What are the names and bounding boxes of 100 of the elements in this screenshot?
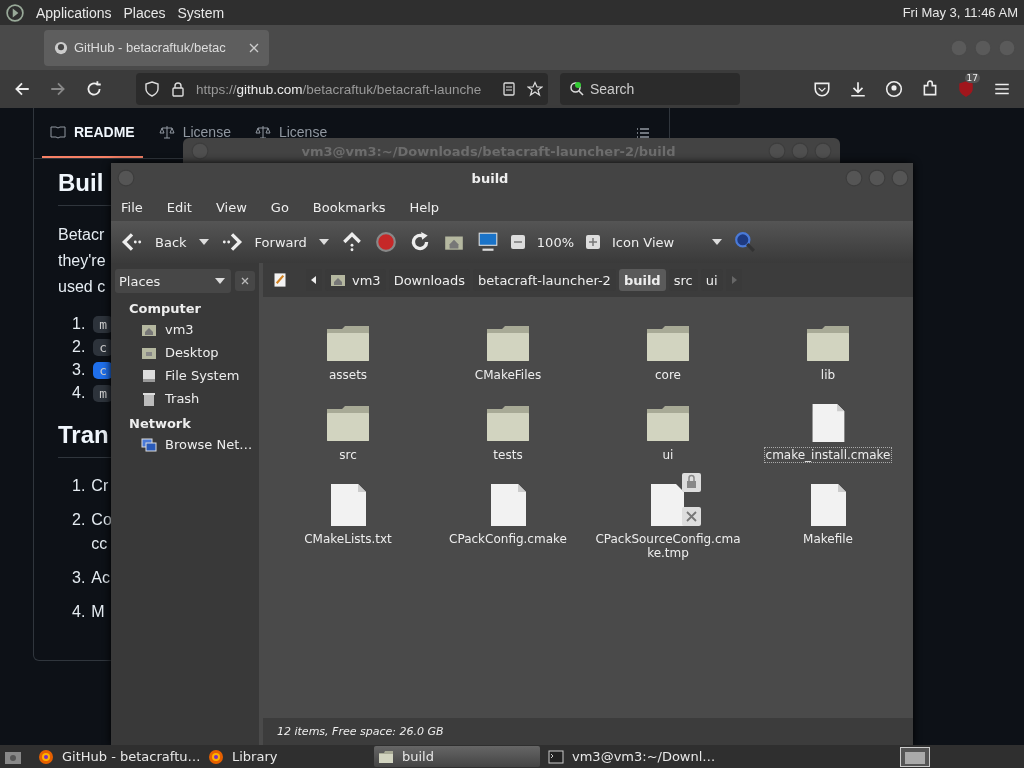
readme-tab[interactable]: README <box>42 124 143 140</box>
sidebar-item[interactable]: Trash <box>111 387 259 410</box>
trash-icon <box>141 390 157 407</box>
list-number: 4. <box>72 383 86 403</box>
dropdown-caret-icon[interactable] <box>318 239 329 245</box>
list-item-text: cc <box>91 534 108 554</box>
sidebar-item[interactable]: Browse Net… <box>111 433 259 456</box>
caret-icon <box>215 278 225 284</box>
up-arrow-icon[interactable] <box>340 231 363 253</box>
folder-icon[interactable] <box>486 323 530 363</box>
file-name[interactable]: ui <box>660 447 676 463</box>
pocket-icon[interactable] <box>813 80 831 98</box>
folder-icon[interactable] <box>646 403 690 443</box>
file-name[interactable]: CPackConfig.cmake <box>447 531 569 547</box>
list-item-text: M <box>91 602 105 622</box>
browser-tab[interactable]: GitHub - betacraftuk/betac <box>44 29 269 66</box>
zoom-level: 100% <box>536 234 574 250</box>
sidebar-item[interactable]: Desktop <box>111 341 259 364</box>
folder-icon[interactable] <box>326 323 370 363</box>
clock[interactable]: Fri May 3, 11:46 AM <box>902 5 1018 20</box>
workspace-switcher-icon[interactable] <box>900 746 930 767</box>
sidebar-item[interactable]: vm3 <box>111 318 259 341</box>
puzzle-icon[interactable] <box>921 80 939 98</box>
firefox-icon <box>38 748 54 765</box>
zoom-out-icon[interactable] <box>510 235 525 249</box>
list-number: 4. <box>72 602 86 622</box>
list-item-text: Cr <box>91 476 109 496</box>
distro-logo-icon[interactable] <box>6 3 24 22</box>
sidebar-section-heading: Computer <box>128 300 203 318</box>
tab-title: GitHub - betacraftuk/betac <box>74 40 227 55</box>
status-text: 12 items, Free space: 26.0 GB <box>277 725 444 738</box>
drive-icon <box>141 367 157 384</box>
file-name[interactable]: CPackSourceConfig.cmake.tmp <box>591 531 745 561</box>
folder-icon <box>378 748 394 765</box>
terminal-icon <box>548 748 564 765</box>
panel-menu[interactable]: Applications <box>36 4 112 21</box>
caret-icon <box>712 239 723 245</box>
taskbar-button[interactable]: build <box>374 746 540 767</box>
readme-tab[interactable]: License <box>246 124 336 140</box>
lock-icon <box>170 81 186 97</box>
file-name[interactable]: Makefile <box>801 531 855 547</box>
dropdown-caret-icon[interactable] <box>198 239 209 245</box>
shield-icon <box>144 81 160 97</box>
paragraph-line: used c <box>58 277 106 297</box>
extension-badge: 17 <box>964 73 980 83</box>
back-button[interactable]: Back <box>155 234 187 250</box>
star-icon[interactable] <box>527 81 544 97</box>
file-name[interactable]: cmake_install.cmake <box>763 447 893 463</box>
download-icon[interactable] <box>849 80 867 98</box>
folder-icon[interactable] <box>326 403 370 443</box>
view-mode-dropdown[interactable]: Icon View <box>612 234 723 250</box>
sidebar-item[interactable]: File System <box>111 364 259 387</box>
search-icon <box>569 81 585 97</box>
file-name[interactable]: CMakeLists.txt <box>302 531 394 547</box>
search-field[interactable]: Search <box>560 73 740 105</box>
folder-icon[interactable] <box>806 323 850 363</box>
close-icon[interactable] <box>249 42 259 53</box>
forward-arrow-icon[interactable] <box>220 231 243 253</box>
back-arrow-icon[interactable] <box>121 231 143 253</box>
panel-menu[interactable]: Places <box>123 4 166 21</box>
back-arrow-icon[interactable] <box>13 80 31 98</box>
list-item-text: Ac <box>91 568 110 588</box>
network-icon <box>141 436 157 453</box>
window-title: build <box>470 170 510 186</box>
list-icon[interactable] <box>635 125 651 141</box>
home-folder-icon <box>330 272 346 288</box>
paragraph-line: Betacr <box>58 225 105 245</box>
file-name[interactable]: lib <box>818 367 838 383</box>
file-name[interactable]: assets <box>326 367 370 383</box>
places-dropdown[interactable]: Places <box>115 269 231 293</box>
list-item-text: Co <box>91 510 112 530</box>
list-number: 2. <box>72 337 86 357</box>
panel-menu[interactable]: System <box>177 4 225 21</box>
list-number: 3. <box>72 360 86 380</box>
close-icon[interactable] <box>235 271 255 291</box>
search-icon[interactable] <box>734 231 757 253</box>
folder-icon[interactable] <box>486 403 530 443</box>
address-bar[interactable]: https://github.com/betacraftuk/betacraft-launche <box>136 73 548 105</box>
path-button[interactable]: build <box>618 269 666 291</box>
taskbar-button[interactable]: Library <box>204 746 370 767</box>
computer-icon[interactable] <box>476 231 499 253</box>
readme-tab[interactable]: License <box>150 124 239 140</box>
paragraph-line: they're <box>58 251 106 271</box>
folder-icon[interactable] <box>646 323 690 363</box>
list-number: 1. <box>72 314 86 334</box>
forward-button[interactable]: Forward <box>254 234 307 250</box>
zoom-in-icon[interactable] <box>586 235 600 249</box>
reader-view-icon[interactable] <box>501 81 518 97</box>
list-number: 3. <box>72 568 86 588</box>
scales-icon <box>254 124 271 140</box>
list-number: 2. <box>72 510 86 530</box>
firefox-icon <box>208 748 224 765</box>
book-icon <box>50 124 66 140</box>
stop-icon[interactable] <box>374 231 397 253</box>
file-name[interactable]: CMakeFiles <box>472 367 544 383</box>
file-name[interactable]: core <box>653 367 683 383</box>
taskbar-button[interactable]: GitHub - betacraftu… <box>34 746 200 767</box>
reload-icon[interactable] <box>85 80 103 98</box>
account-icon[interactable] <box>885 80 903 98</box>
github-icon <box>54 40 68 55</box>
